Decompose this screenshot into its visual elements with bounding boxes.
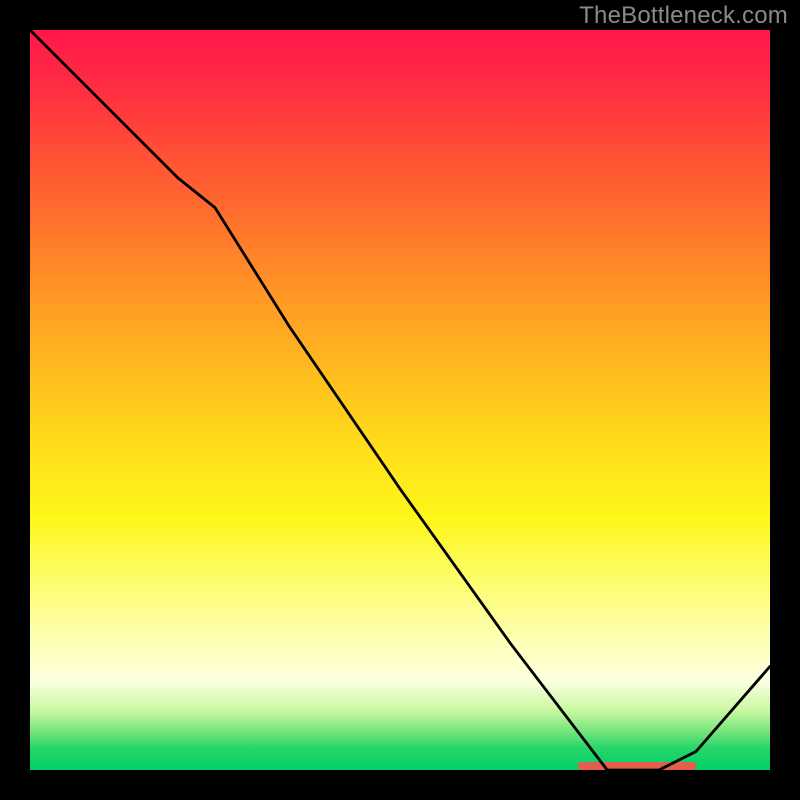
bottleneck-curve: [30, 30, 770, 770]
plot-area: [30, 30, 770, 770]
watermark-text: TheBottleneck.com: [579, 2, 788, 30]
chart-frame: TheBottleneck.com: [0, 0, 800, 800]
curve-svg: [30, 30, 770, 770]
